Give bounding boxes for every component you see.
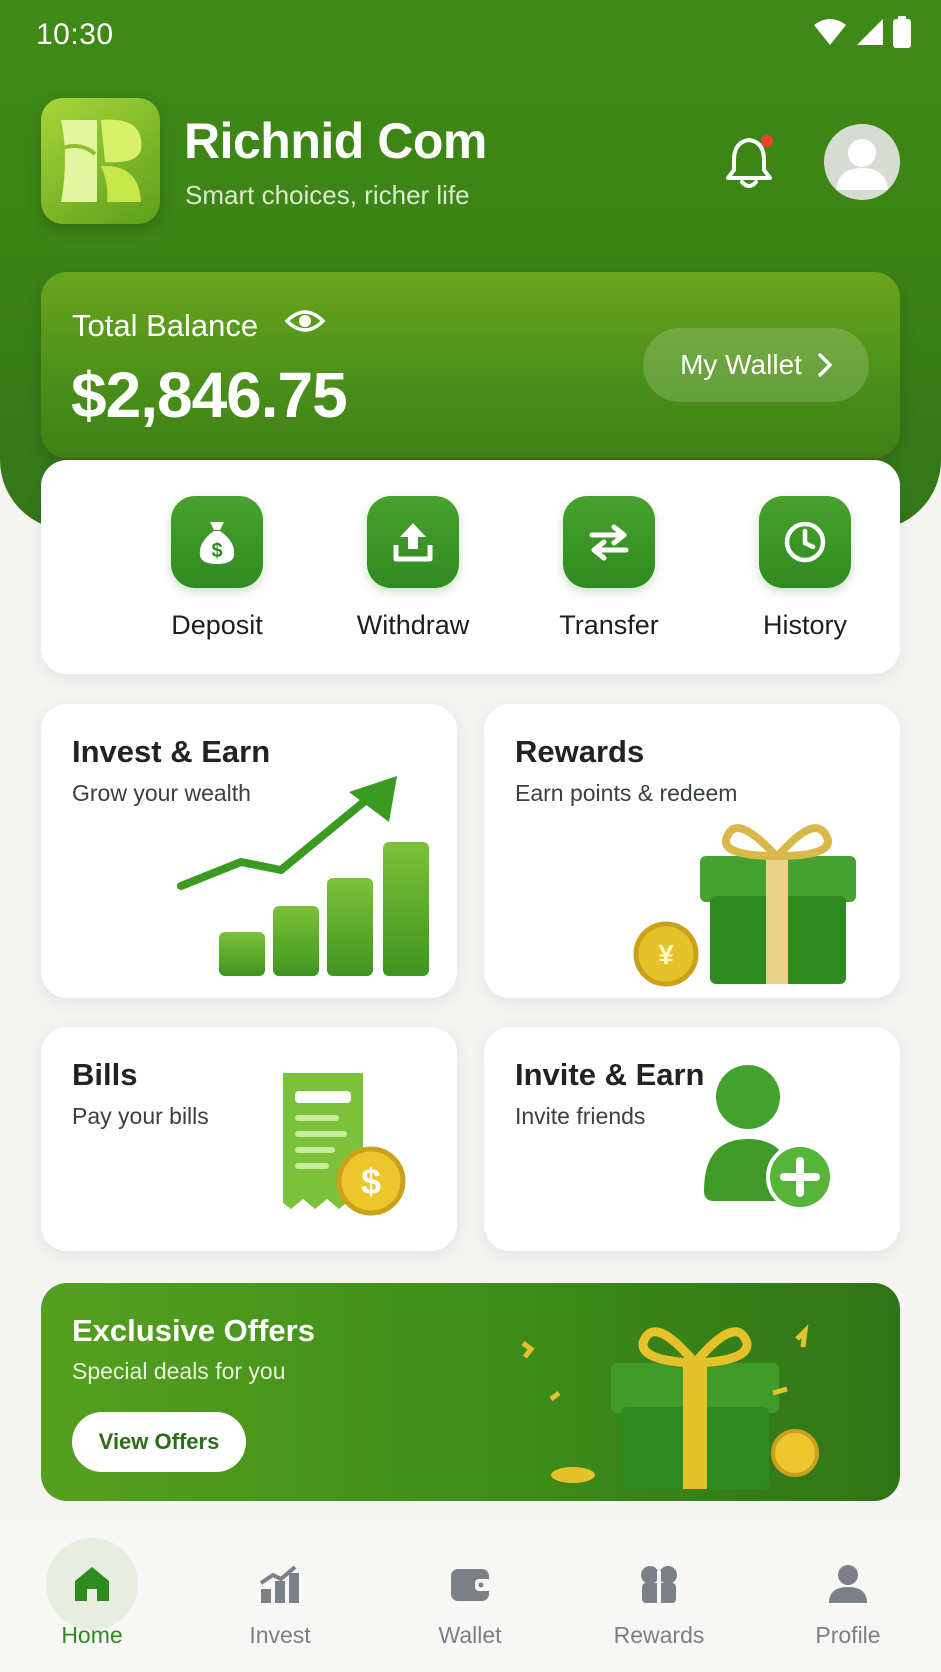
svg-text:¥: ¥ [658,939,674,970]
transfer-arrows-icon [563,496,655,588]
history-label: History [762,610,847,640]
bills-subtitle: Pay your bills [72,1103,209,1129]
app-title: Richnid Com [184,113,487,169]
bills-title: Bills [72,1057,138,1092]
offers-gift-icon [521,1324,819,1489]
transfer-label: Transfer [559,610,659,640]
history-action[interactable]: History [707,496,903,641]
growth-chart-icon [177,776,429,976]
withdraw-label: Withdraw [356,610,470,640]
nav-wallet[interactable]: Wallet [400,1538,540,1649]
my-wallet-button[interactable]: My Wallet [643,328,869,402]
bell-icon [726,135,773,188]
gift-box-icon: ¥ [633,824,856,987]
nav-profile[interactable]: Profile [778,1538,918,1649]
status-time: 10:30 [36,18,114,51]
notification-dot [761,135,773,147]
chart-icon [234,1538,326,1630]
invite-earn-title: Invite & Earn [515,1057,705,1092]
nav-rewards-label: Rewards [613,1622,705,1648]
nav-home[interactable]: Home [22,1538,162,1649]
app-logo [41,98,160,224]
gift-icon [613,1538,705,1630]
invest-earn-title: Invest & Earn [72,734,271,769]
add-person-icon [704,1065,834,1211]
withdraw-action[interactable]: Withdraw [315,496,511,641]
bills-tile[interactable]: Bills Pay your bills $ [41,1027,457,1251]
transfer-action[interactable]: Transfer [511,496,707,641]
wallet-icon [424,1538,516,1630]
status-icons [813,16,911,48]
upload-icon [367,496,459,588]
nav-home-label: Home [61,1622,123,1648]
chevron-right-icon [818,353,832,377]
nav-profile-label: Profile [815,1622,881,1648]
balance-label: Total Balance [72,308,259,343]
offers-title: Exclusive Offers [72,1313,315,1348]
signal-icon [857,19,883,45]
avatar-icon [836,139,888,190]
eye-toggle-button[interactable] [284,306,326,336]
invest-earn-tile[interactable]: Invest & Earn Grow your wealth [41,704,457,998]
exclusive-offers-banner: Exclusive Offers Special deals for you V… [41,1283,900,1501]
deposit-action[interactable]: $ Deposit [119,496,315,641]
battery-icon [893,16,911,48]
balance-card: Total Balance $2,846.75 My Wallet [41,272,900,458]
home-icon [46,1538,138,1630]
view-offers-button[interactable]: View Offers [72,1412,246,1472]
my-wallet-label: My Wallet [680,349,802,380]
rewards-title: Rewards [515,734,645,769]
rewards-tile[interactable]: Rewards Earn points & redeem ¥ [484,704,900,998]
invite-earn-tile[interactable]: Invite & Earn Invite friends [484,1027,900,1251]
nav-rewards[interactable]: Rewards [589,1538,729,1649]
invite-earn-subtitle: Invite friends [515,1103,646,1129]
status-bar: 10:30 [0,0,941,70]
svg-text:$: $ [361,1161,381,1202]
offers-subtitle: Special deals for you [72,1358,286,1384]
quick-actions-card: $ Deposit Withdraw Transfer History [41,460,900,674]
money-bag-icon: $ [171,496,263,588]
nav-invest-label: Invest [249,1622,311,1648]
logo-leaf-icon [61,119,142,202]
clock-icon [759,496,851,588]
balance-amount: $2,846.75 [71,359,348,431]
person-icon [802,1538,894,1630]
bill-receipt-icon: $ [283,1073,406,1216]
svg-text:$: $ [211,540,222,562]
app-tagline: Smart choices, richer life [185,180,470,210]
notification-bell-button[interactable] [722,132,776,192]
deposit-label: Deposit [171,610,263,640]
nav-wallet-label: Wallet [438,1622,502,1648]
eye-icon [284,310,326,332]
rewards-subtitle: Earn points & redeem [515,780,738,806]
nav-invest[interactable]: Invest [210,1538,350,1649]
avatar-button[interactable] [824,124,900,200]
wifi-icon [814,19,846,45]
bottom-navigation: Home Invest Wallet Rewards Profile [0,1520,941,1672]
